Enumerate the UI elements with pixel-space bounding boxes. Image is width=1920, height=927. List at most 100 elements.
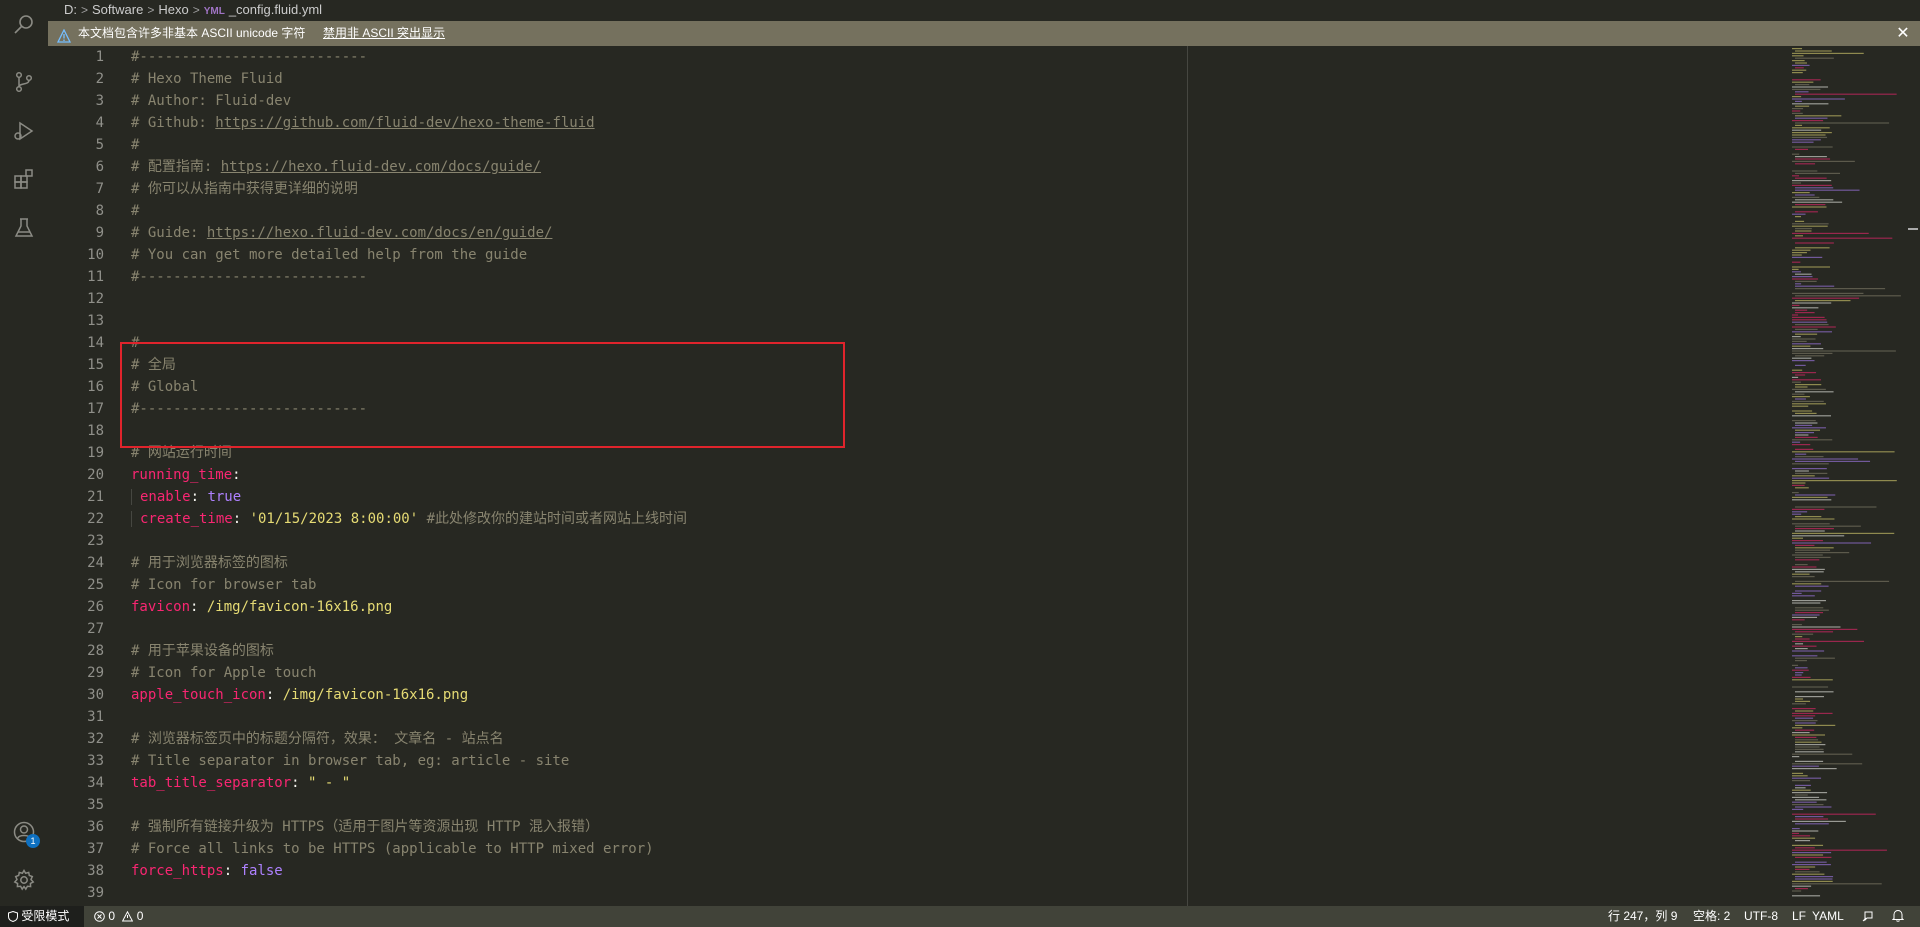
problems-indicator[interactable]: 0 0: [94, 906, 143, 927]
code-line[interactable]: # 用于浏览器标签的图标: [131, 552, 1431, 574]
line-number: 20: [87, 467, 104, 483]
minimap-line: [1795, 424, 1813, 426]
code-line[interactable]: #---------------------------: [131, 266, 1431, 288]
minimap-line: [1795, 696, 1824, 698]
line-number: 8: [95, 203, 104, 219]
minimap-line: [1792, 403, 1826, 405]
cursor-position[interactable]: 行 247，列 9: [1608, 906, 1677, 927]
code-line[interactable]: # 强制所有链接升级为 HTTPS（适用于图片等资源出现 HTTP 混入报错）: [131, 816, 1431, 838]
code-line[interactable]: # Force all links to be HTTPS (applicabl…: [131, 838, 1431, 860]
testing-icon[interactable]: [12, 216, 36, 240]
code-line[interactable]: # Title separator in browser tab, eg: ar…: [131, 750, 1431, 772]
minimap[interactable]: [1788, 46, 1908, 906]
code-line[interactable]: [131, 706, 1431, 728]
run-debug-icon[interactable]: [12, 119, 36, 143]
minimap-line: [1795, 744, 1826, 746]
line-number: 25: [87, 577, 104, 593]
code-line[interactable]: [131, 288, 1431, 310]
warning-count: 0: [136, 909, 144, 923]
minimap-line: [1795, 93, 1897, 95]
line-number: 31: [87, 709, 104, 725]
code-line[interactable]: [131, 794, 1431, 816]
minimap-line: [1795, 300, 1851, 302]
indentation-setting[interactable]: 空格: 2: [1693, 906, 1730, 927]
code-line[interactable]: [131, 420, 1431, 442]
code-line[interactable]: force_https: false: [131, 860, 1431, 882]
close-icon[interactable]: ✕: [1892, 21, 1914, 46]
code-line[interactable]: [131, 618, 1431, 640]
vertical-scrollbar[interactable]: [1906, 46, 1920, 906]
chevron-right-icon: >: [81, 3, 89, 17]
search-icon[interactable]: [12, 12, 36, 36]
feedback-icon[interactable]: [1862, 906, 1875, 927]
code-line[interactable]: apple_touch_icon: /img/favicon-16x16.png: [131, 684, 1431, 706]
code-line[interactable]: # Global: [131, 376, 1431, 398]
code-editor[interactable]: 1 2 3 4 5 6 7 8 9 10 11 12 13 14 15 16 17 18 19 20 21 22 23 24 2…: [48, 46, 1920, 906]
code-line[interactable]: # Icon for browser tab: [131, 574, 1431, 596]
code-line[interactable]: [131, 530, 1431, 552]
accounts-icon[interactable]: 1: [12, 820, 40, 848]
code-line[interactable]: # 全局: [131, 354, 1431, 376]
code-line[interactable]: # Icon for Apple touch: [131, 662, 1431, 684]
minimap-line: [1795, 280, 1817, 282]
code-line[interactable]: favicon: /img/favicon-16x16.png: [131, 596, 1431, 618]
code-line[interactable]: #---------------------------: [131, 398, 1431, 420]
breadcrumb-file[interactable]: _config.fluid.yml: [229, 2, 322, 17]
code-line[interactable]: #---------------------------: [131, 332, 1431, 354]
minimap-line: [1792, 772, 1804, 774]
code-line[interactable]: # Author: Fluid-dev: [131, 90, 1431, 112]
code-line[interactable]: # Guide: https://hexo.fluid-dev.com/docs…: [131, 222, 1431, 244]
code-line[interactable]: # 配置指南: https://hexo.fluid-dev.com/docs/…: [131, 156, 1431, 178]
code-area[interactable]: #--------------------------- # Hexo Theme…: [131, 46, 1431, 904]
code-line[interactable]: [131, 310, 1431, 332]
code-line[interactable]: # 你可以从指南中获得更详细的说明: [131, 178, 1431, 200]
minimap-line: [1792, 885, 1812, 887]
code-line[interactable]: # 用于苹果设备的图标: [131, 640, 1431, 662]
code-line[interactable]: [131, 882, 1431, 904]
extensions-icon[interactable]: [12, 167, 36, 191]
minimap-line: [1795, 220, 1805, 222]
source-control-icon[interactable]: [12, 70, 36, 94]
minimap-line: [1795, 434, 1809, 436]
code-token: # Title separator in browser tab, eg: ar…: [131, 753, 570, 769]
code-line[interactable]: running_time:: [131, 464, 1431, 486]
breadcrumb-drive[interactable]: D:: [64, 2, 77, 17]
code-line[interactable]: #: [131, 134, 1431, 156]
minimap-line: [1795, 448, 1814, 450]
disable-ascii-highlight-link[interactable]: 禁用非 ASCII 突出显示: [323, 21, 445, 46]
code-line[interactable]: tab_title_separator: " - ": [131, 772, 1431, 794]
code-line[interactable]: # You can get more detailed help from th…: [131, 244, 1431, 266]
minimap-line: [1792, 820, 1846, 822]
line-number: 35: [87, 797, 104, 813]
language-mode[interactable]: YAML: [1812, 906, 1844, 927]
code-line[interactable]: # 网站运行时间: [131, 442, 1431, 464]
breadcrumb-folder-hexo[interactable]: Hexo: [158, 2, 188, 17]
minimap-line: [1792, 780, 1811, 782]
restricted-mode-indicator[interactable]: 受限模式: [0, 906, 84, 927]
code-line[interactable]: #: [131, 200, 1431, 222]
code-line[interactable]: # 浏览器标签页中的标题分隔符，效果： 文章名 - 站点名: [131, 728, 1431, 750]
breadcrumb-folder-software[interactable]: Software: [92, 2, 143, 17]
line-number-gutter: 1 2 3 4 5 6 7 8 9 10 11 12 13 14 15 16 17 18 19 20 21 22 23 24 2…: [48, 46, 104, 904]
minimap-line: [1795, 607, 1824, 609]
encoding-setting[interactable]: UTF-8: [1744, 906, 1778, 927]
minimap-line: [1795, 148, 1809, 150]
code-line[interactable]: #---------------------------: [131, 46, 1431, 68]
eol-setting[interactable]: LF: [1792, 906, 1806, 927]
code-line[interactable]: enable: true: [131, 486, 1431, 508]
minimap-line: [1795, 506, 1877, 508]
minimap-line: [1792, 830, 1819, 832]
minimap-line: [1792, 79, 1821, 81]
error-count: 0: [108, 909, 116, 923]
code-line[interactable]: # Hexo Theme Fluid: [131, 68, 1431, 90]
minimap-line: [1795, 156, 1827, 158]
indent-guide: enable: true: [131, 489, 242, 505]
code-line[interactable]: # Github: https://github.com/fluid-dev/h…: [131, 112, 1431, 134]
minimap-line: [1795, 412, 1817, 414]
minimap-line: [1795, 57, 1834, 59]
notifications-bell-icon[interactable]: [1891, 906, 1905, 927]
settings-gear-icon[interactable]: [12, 868, 36, 892]
code-line[interactable]: create_time: '01/15/2023 8:00:00' #此处修改你…: [131, 508, 1431, 530]
minimap-line: [1792, 52, 1864, 54]
warning-icon: [122, 910, 134, 922]
